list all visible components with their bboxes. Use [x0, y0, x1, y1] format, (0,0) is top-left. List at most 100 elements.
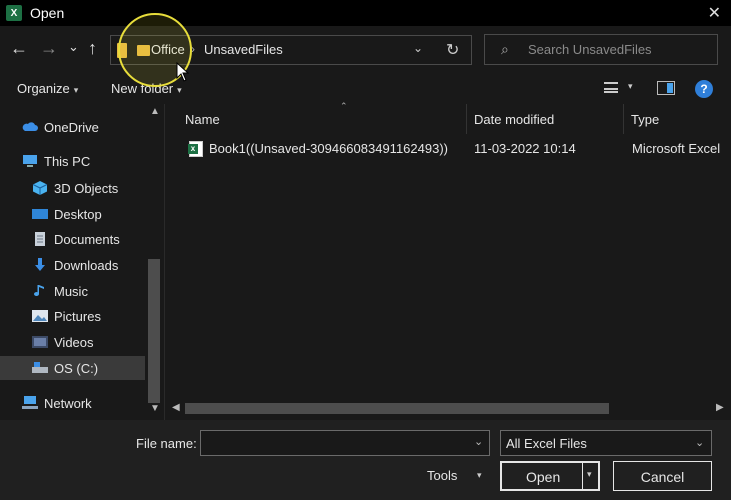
scroll-left-icon[interactable]: ◀: [172, 402, 180, 413]
chevron-down-icon[interactable]: ▾: [628, 81, 633, 92]
horizontal-scrollbar[interactable]: ◀ ▶: [165, 400, 731, 418]
open-label: Open: [526, 469, 561, 485]
split-divider: [582, 463, 583, 489]
file-type-value: All Excel Files: [506, 436, 587, 451]
sidebar-item-label: Videos: [54, 334, 94, 350]
search-input[interactable]: ⌕ Search UnsavedFiles: [484, 34, 718, 65]
file-name-field[interactable]: [200, 430, 490, 456]
window-title: Open: [30, 5, 65, 21]
chevron-down-icon[interactable]: ⌄: [413, 41, 423, 55]
chevron-down-icon: ▾: [177, 85, 182, 95]
cloud-icon: [22, 122, 38, 131]
chevron-down-icon: ▾: [73, 85, 79, 95]
refresh-icon[interactable]: ↻: [446, 40, 459, 60]
sidebar-item-network[interactable]: Network: [0, 391, 145, 415]
sidebar-item-label: Music: [54, 283, 88, 299]
file-name: Book1((Unsaved-309466083491162493)): [209, 141, 448, 156]
forward-arrow-icon[interactable]: →: [40, 38, 58, 58]
new-folder-button[interactable]: New folder ▾: [111, 81, 182, 96]
chevron-down-icon[interactable]: ▾: [587, 469, 592, 480]
sidebar-item-downloads[interactable]: Downloads: [0, 253, 145, 277]
sidebar-item-label: This PC: [44, 153, 91, 169]
sort-ascending-icon: ⌃: [340, 101, 348, 111]
command-toolbar: Organize ▾ New folder ▾ ▾ ?: [0, 72, 731, 104]
chevron-down-icon: ⌄: [695, 437, 705, 449]
table-row[interactable]: Book1((Unsaved-309466083491162493)) 11-0…: [185, 138, 731, 160]
scrollbar-thumb[interactable]: [148, 259, 160, 403]
back-arrow-icon[interactable]: ←: [10, 38, 28, 58]
recent-locations-icon[interactable]: ⌄: [68, 37, 79, 57]
sidebar-item-this-pc[interactable]: This PC: [0, 149, 145, 173]
cancel-label: Cancel: [640, 469, 685, 485]
file-type-select[interactable]: All Excel Files ⌄: [500, 430, 712, 456]
tools-button[interactable]: Tools: [427, 468, 457, 483]
sidebar-item-desktop[interactable]: Desktop: [0, 202, 145, 226]
sidebar-item-label: 3D Objects: [54, 180, 119, 196]
column-date-label: Date modified: [474, 112, 555, 127]
network-icon: [22, 396, 38, 409]
sidebar-item-documents[interactable]: Documents: [0, 227, 145, 251]
mouse-cursor-icon: [176, 62, 190, 82]
download-icon: [35, 258, 45, 271]
title-bar: X Open ✕: [0, 0, 731, 26]
address-bar[interactable]: Office › UnsavedFiles ⌄ ↻: [110, 35, 472, 65]
file-list: ⌃ Name Date modified Type Book1((Unsaved…: [165, 101, 731, 420]
organize-button[interactable]: Organize ▾: [17, 81, 78, 96]
sidebar-item-label: Documents: [54, 231, 120, 247]
sidebar-item-label: Desktop: [54, 206, 102, 222]
footer-panel: File name: ⌄ All Excel Files ⌄ Tools ▾ O…: [0, 420, 731, 500]
column-header-type[interactable]: Type: [631, 104, 731, 134]
search-placeholder: Search UnsavedFiles: [528, 42, 652, 57]
pictures-icon: [32, 310, 48, 322]
scroll-right-icon[interactable]: ▶: [716, 402, 724, 413]
column-header-date[interactable]: Date modified: [474, 104, 624, 134]
scroll-up-icon[interactable]: ▲: [150, 106, 160, 117]
new-folder-label: New folder: [111, 81, 174, 96]
sidebar-item-label: OneDrive: [44, 119, 99, 135]
chevron-down-icon[interactable]: ⌄: [474, 435, 483, 448]
computer-icon: [23, 155, 37, 167]
sidebar-item-label: Pictures: [54, 308, 101, 324]
music-icon: [34, 285, 44, 297]
search-icon: ⌕: [501, 41, 509, 57]
help-icon[interactable]: ?: [695, 80, 713, 98]
column-type-label: Type: [631, 112, 660, 127]
column-name-label: Name: [185, 112, 220, 127]
sidebar-scrollbar[interactable]: ▲ ▼: [146, 104, 163, 420]
sidebar-item-videos[interactable]: Videos: [0, 330, 145, 354]
sidebar-item-onedrive[interactable]: OneDrive: [0, 115, 145, 139]
scroll-down-icon[interactable]: ▼: [150, 403, 160, 414]
close-icon[interactable]: ✕: [708, 3, 721, 23]
sidebar-item-os-c[interactable]: OS (C:): [0, 356, 145, 380]
drive-icon: [32, 362, 48, 373]
sidebar-item-pictures[interactable]: Pictures: [0, 304, 145, 328]
file-name-label: File name:: [136, 436, 197, 451]
organize-label: Organize: [17, 81, 70, 96]
breadcrumb-unsavedfiles[interactable]: UnsavedFiles: [204, 42, 283, 57]
sidebar-item-label: Network: [44, 395, 92, 411]
videos-icon: [32, 336, 48, 348]
cancel-button[interactable]: Cancel: [613, 461, 712, 491]
column-header-name[interactable]: ⌃ Name: [185, 101, 467, 134]
desktop-icon: [32, 209, 48, 219]
excel-file-icon: [188, 141, 203, 157]
chevron-down-icon[interactable]: ▾: [477, 470, 482, 481]
address-bar-row: ← → ⌄ ↑ Office › UnsavedFiles ⌄ ↻ ⌕ Sear…: [0, 26, 731, 72]
folder-icon: [117, 43, 127, 58]
open-button[interactable]: Open ▾: [500, 461, 600, 491]
chevron-right-icon[interactable]: ›: [191, 42, 195, 56]
sidebar-item-3d-objects[interactable]: 3D Objects: [0, 176, 145, 200]
file-type: Microsoft Excel: [632, 141, 721, 156]
navigation-pane: OneDrive This PC 3D Objects Desktop Docu…: [0, 104, 164, 420]
preview-pane-icon[interactable]: [657, 81, 675, 95]
sidebar-item-music[interactable]: Music: [0, 279, 145, 303]
scrollbar-thumb[interactable]: [185, 403, 609, 414]
sidebar-item-label: Downloads: [54, 257, 119, 273]
excel-icon: X: [6, 5, 22, 21]
sidebar-item-label: OS (C:): [54, 360, 99, 376]
up-arrow-icon[interactable]: ↑: [88, 38, 97, 58]
file-date: 11-03-2022 10:14: [474, 141, 576, 156]
breadcrumb-office[interactable]: Office: [151, 42, 185, 57]
document-icon: [35, 232, 45, 246]
view-options-icon[interactable]: [604, 82, 618, 93]
